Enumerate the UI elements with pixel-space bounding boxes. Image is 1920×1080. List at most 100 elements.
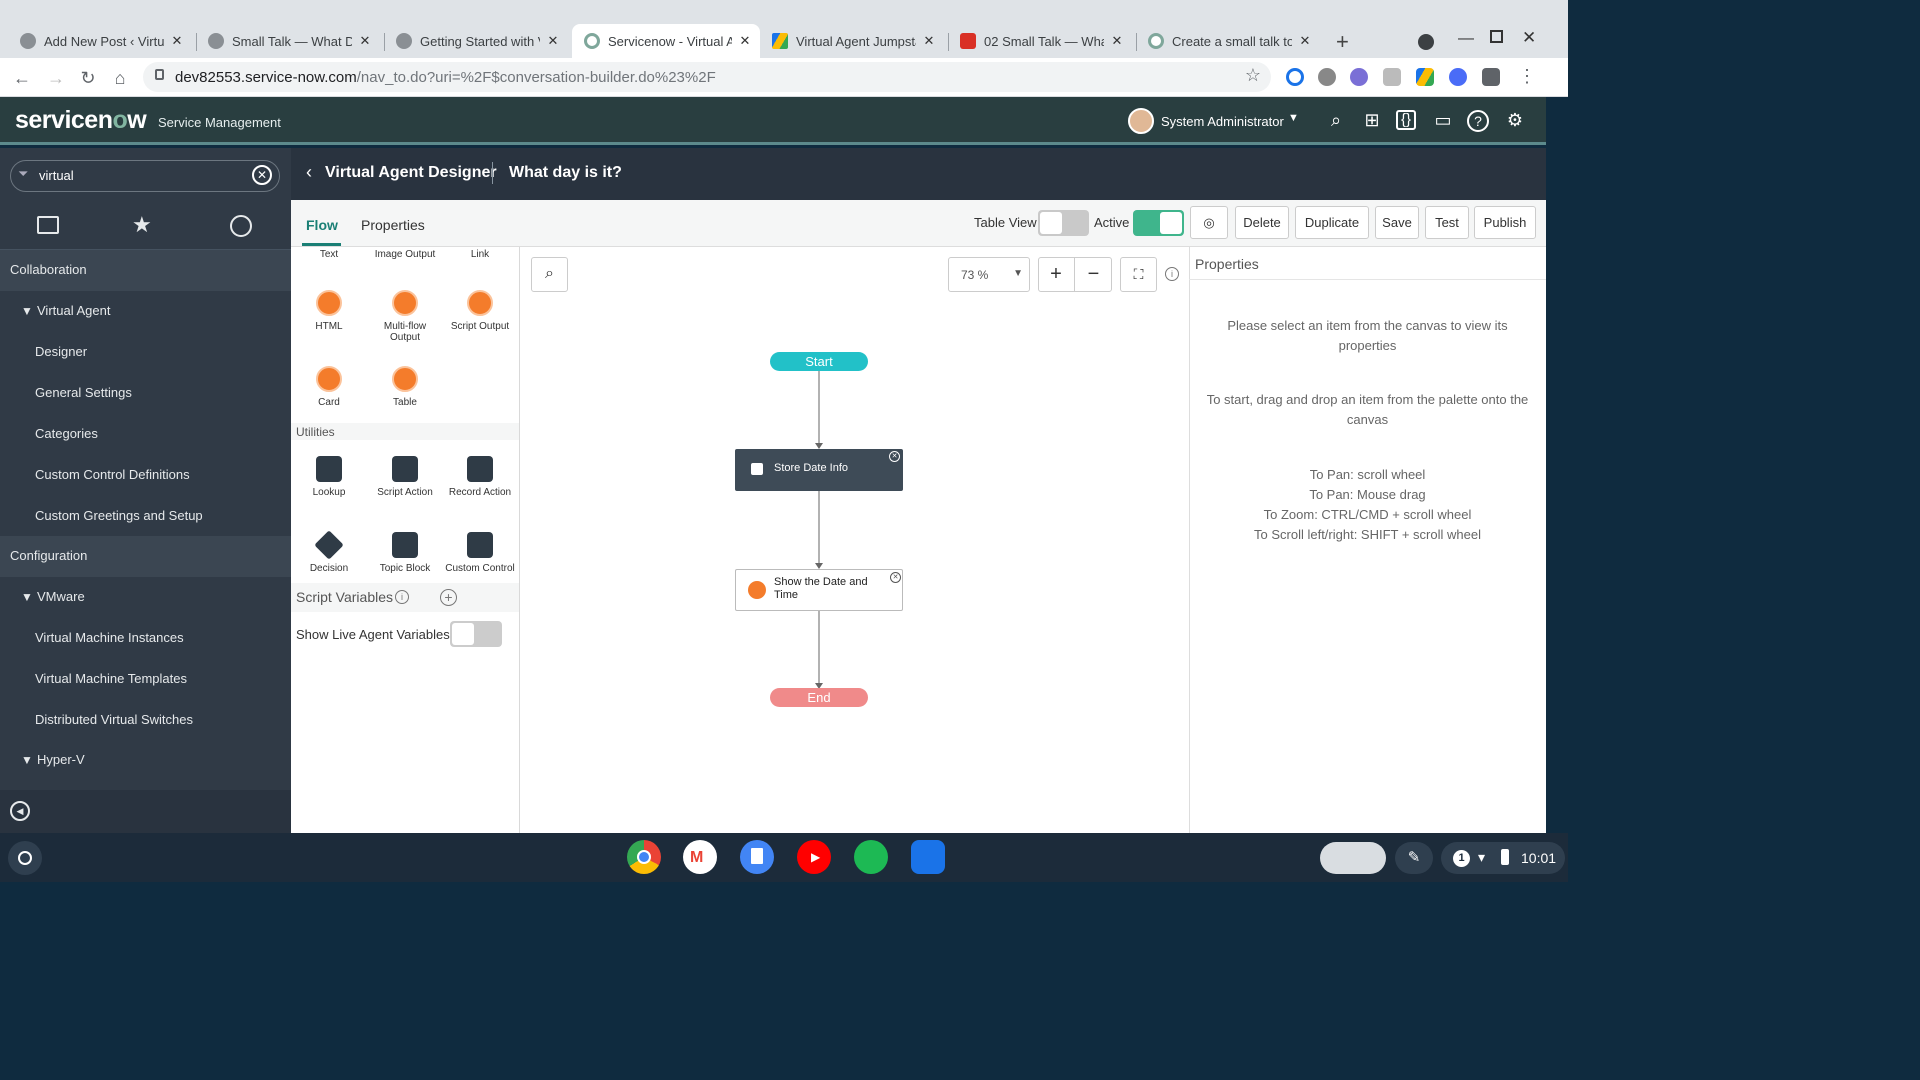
servicenow-logo[interactable]: servicenow (15, 106, 147, 135)
palette-item-link[interactable]: Link (445, 249, 515, 260)
google-drive-extension-icon[interactable] (1416, 68, 1434, 86)
delete-button[interactable]: Delete (1235, 206, 1289, 239)
browser-tab[interactable]: Virtual Agent Jumpsta ✕ (764, 26, 944, 56)
docs-app-icon[interactable] (740, 840, 774, 874)
nav-item-distributed-switches[interactable]: Distributed Virtual Switches (0, 700, 291, 741)
close-icon[interactable]: ✕ (358, 33, 372, 49)
extension-icon[interactable] (1383, 68, 1401, 86)
back-chevron-icon[interactable]: ‹ (306, 162, 312, 183)
browser-tab[interactable]: 02 Small Talk — What ✕ (952, 26, 1132, 56)
publish-button[interactable]: Publish (1474, 206, 1536, 239)
flow-node-store-date[interactable]: Store Date Info ✕ (735, 449, 903, 491)
flow-node-end[interactable]: End (770, 688, 868, 707)
user-menu[interactable]: System Administrator (1161, 114, 1284, 129)
extension-icon[interactable] (1318, 68, 1336, 86)
expanded-triangle-icon[interactable]: ▼ (21, 304, 33, 318)
window-close-button[interactable]: ✕ (1522, 28, 1536, 48)
reload-icon[interactable]: ↻ (78, 68, 98, 89)
minimize-button[interactable]: — (1458, 30, 1474, 48)
browser-tab[interactable]: Small Talk — What Day✕ (200, 26, 380, 56)
active-toggle[interactable] (1133, 210, 1184, 236)
palette-item-card[interactable]: Card (294, 366, 364, 408)
forward-icon[interactable]: → (46, 68, 66, 89)
search-icon[interactable]: ⌕ (1324, 110, 1348, 132)
nav-item-vm-templates[interactable]: Virtual Machine Templates (0, 659, 291, 700)
palette-item-custom-control[interactable]: Custom Control (445, 532, 515, 582)
duplicate-button[interactable]: Duplicate (1295, 206, 1369, 239)
studio-icon[interactable]: {} (1396, 110, 1416, 130)
bookmark-star-icon[interactable]: ☆ (1245, 65, 1261, 86)
help-icon[interactable]: ? (1467, 110, 1489, 132)
close-icon[interactable]: ✕ (1298, 33, 1312, 49)
settings-gear-icon[interactable]: ⚙ (1503, 110, 1527, 132)
puzzle-icon[interactable] (1482, 68, 1500, 86)
extension-icon[interactable] (1286, 68, 1304, 86)
chrome-app-icon[interactable] (627, 840, 661, 874)
tab-flow[interactable]: Flow (306, 217, 338, 233)
tab-properties[interactable]: Properties (361, 217, 425, 233)
new-tab-button[interactable]: + (1336, 29, 1349, 55)
close-icon[interactable]: ✕ (546, 33, 560, 49)
history-clock-icon[interactable] (230, 215, 252, 237)
youtube-app-icon[interactable]: ▶ (797, 840, 831, 874)
palette-item-script-action[interactable]: Script Action (370, 456, 440, 498)
holding-space-tray[interactable] (1320, 842, 1386, 874)
avatar[interactable] (1128, 108, 1154, 134)
app-grid-icon[interactable]: ⊞ (1360, 110, 1384, 132)
palette-item-html[interactable]: HTML (294, 290, 364, 332)
files-app-icon[interactable] (911, 840, 945, 874)
favorites-star-icon[interactable]: ★ (132, 212, 152, 238)
maximize-button[interactable] (1490, 30, 1503, 43)
designer-back-link[interactable]: Virtual Agent Designer (325, 164, 497, 182)
palette-item-decision[interactable]: Decision (294, 530, 364, 574)
browser-tab[interactable]: Getting Started with Vi ✕ (388, 26, 568, 56)
notification-badge[interactable]: 1 (1453, 850, 1470, 867)
nav-item-custom-control-definitions[interactable]: Custom Control Definitions (0, 455, 291, 496)
chrome-menu-icon[interactable]: ⋮ (1518, 66, 1536, 87)
palette-item-multiflow[interactable]: Multi-flow Output (370, 290, 440, 343)
nav-section-collaboration[interactable]: Collaboration (0, 250, 291, 291)
palette-item-topic-block[interactable]: Topic Block (370, 532, 440, 582)
clear-filter-icon[interactable]: ✕ (252, 165, 272, 185)
nav-section-configuration[interactable]: Configuration (0, 536, 291, 577)
connect-chat-icon[interactable]: ▭ (1431, 110, 1455, 132)
camera-icon[interactable]: ◎ (1190, 206, 1228, 239)
nav-module-virtual-agent[interactable]: Virtual Agent (0, 291, 291, 332)
browser-tab[interactable]: Add New Post ‹ Virtual ✕ (12, 26, 192, 56)
close-icon[interactable]: ✕ (738, 33, 752, 49)
flow-node-show-date[interactable]: Show the Date and Time ✕ (735, 569, 903, 611)
palette-item-text[interactable]: Text (294, 249, 364, 260)
filter-navigator-input[interactable]: virtual (10, 160, 280, 192)
table-view-toggle[interactable] (1038, 210, 1089, 236)
palette-item-image-output[interactable]: Image Output (370, 249, 440, 260)
extension-icon[interactable] (1350, 68, 1368, 86)
close-icon[interactable]: ✕ (170, 33, 184, 49)
home-icon[interactable]: ⌂ (110, 68, 130, 89)
info-icon[interactable]: i (395, 590, 409, 604)
nav-item-general-settings[interactable]: General Settings (0, 373, 291, 414)
address-bar[interactable]: dev82553.service-now.com/nav_to.do?uri=%… (143, 62, 1271, 92)
nav-item-categories[interactable]: Categories (0, 414, 291, 455)
save-button[interactable]: Save (1375, 206, 1419, 239)
all-apps-icon[interactable] (37, 216, 59, 234)
close-icon[interactable]: ✕ (1110, 33, 1124, 49)
nav-module-vmware[interactable]: VMware (0, 577, 291, 618)
remove-node-icon[interactable]: ✕ (889, 451, 900, 462)
spotify-app-icon[interactable] (854, 840, 888, 874)
palette-item-record-action[interactable]: Record Action (445, 456, 515, 498)
browser-tab-active[interactable]: Servicenow - Virtual A ✕ (572, 24, 760, 58)
add-variable-icon[interactable]: + (440, 589, 457, 606)
extension-icon[interactable] (1449, 68, 1467, 86)
nav-item-vm-instances[interactable]: Virtual Machine Instances (0, 618, 291, 659)
nav-item-custom-greetings[interactable]: Custom Greetings and Setup (0, 496, 291, 537)
remove-node-icon[interactable]: ✕ (890, 572, 901, 583)
close-icon[interactable]: ✕ (922, 33, 936, 49)
browser-tab[interactable]: Create a small talk top ✕ (1140, 26, 1320, 56)
expanded-triangle-icon[interactable]: ▼ (21, 753, 33, 767)
collapse-navigator-icon[interactable]: ◀ (10, 801, 30, 821)
palette-item-table[interactable]: Table (370, 366, 440, 408)
nav-item-designer[interactable]: Designer (0, 332, 291, 373)
tab-search-icon[interactable] (1418, 34, 1434, 50)
launcher-button[interactable] (8, 841, 42, 875)
flow-node-start[interactable]: Start (770, 352, 868, 371)
